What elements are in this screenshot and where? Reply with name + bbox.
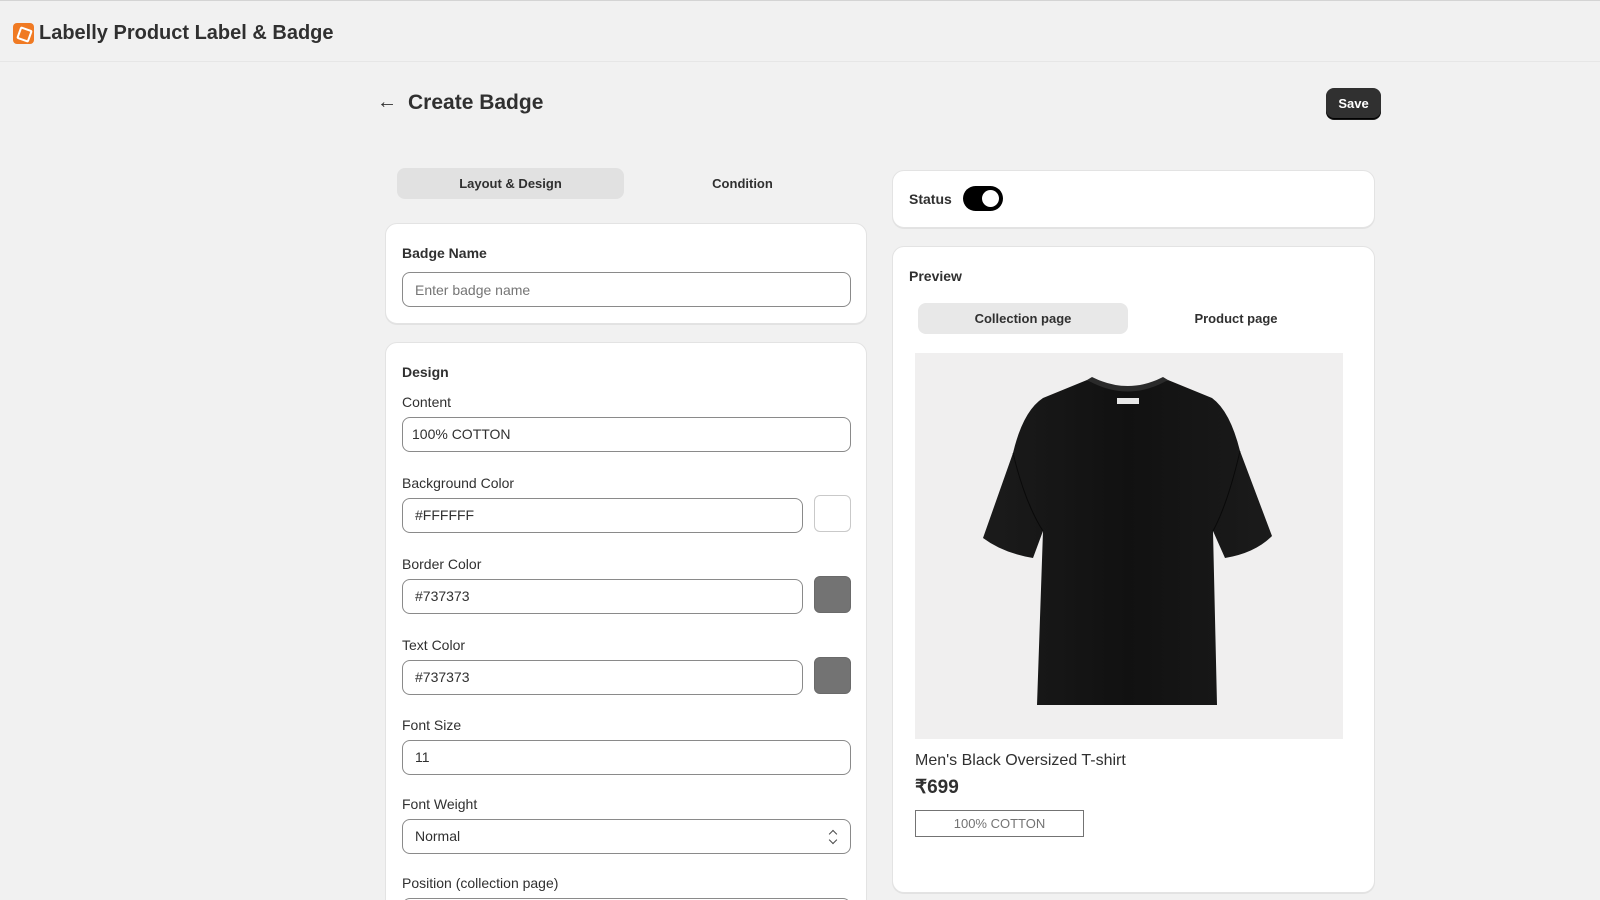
save-button[interactable]: Save	[1326, 88, 1381, 119]
tab-layout-design[interactable]: Layout & Design	[397, 168, 624, 199]
app-title: Labelly Product Label & Badge	[39, 22, 334, 44]
text-color-label: Text Color	[402, 637, 466, 653]
font-weight-label: Font Weight	[402, 796, 478, 812]
position-label: Position (collection page)	[402, 875, 559, 891]
content-label: Content	[402, 394, 452, 410]
status-label: Status	[909, 191, 952, 207]
font-weight-value: Normal	[415, 828, 461, 844]
border-color-input[interactable]: #737373	[402, 579, 803, 614]
tshirt-illustration	[983, 377, 1272, 705]
border-color-swatch[interactable]	[814, 576, 851, 613]
font-size-input[interactable]: 11	[402, 740, 851, 775]
black-tshirt-image	[915, 353, 1343, 739]
toggle-knob	[982, 190, 999, 207]
background-color-label: Background Color	[402, 475, 515, 491]
editor-tabs: Layout & Design Condition	[397, 168, 857, 199]
arrow-left-icon[interactable]: ←	[377, 91, 397, 114]
tab-product-page[interactable]: Product page	[1131, 303, 1341, 334]
background-color-swatch[interactable]	[814, 495, 851, 532]
labelly-logo-icon	[13, 23, 34, 44]
design-title: Design	[402, 364, 449, 380]
product-name: Men's Black Oversized T-shirt	[915, 752, 1126, 769]
preview-title: Preview	[909, 268, 962, 284]
page-header: ← Create Badge Save	[377, 88, 1381, 124]
chevron-up-down-icon	[828, 829, 838, 845]
product-price: ₹699	[915, 777, 959, 798]
font-size-label: Font Size	[402, 717, 462, 733]
page-title: Create Badge	[408, 91, 544, 114]
app-topbar: Labelly Product Label & Badge	[0, 0, 1600, 62]
badge-name-title: Badge Name	[402, 245, 487, 261]
tab-condition[interactable]: Condition	[629, 168, 856, 199]
border-color-label: Border Color	[402, 556, 482, 572]
badge-name-card: Badge Name	[385, 223, 867, 324]
text-color-swatch[interactable]	[814, 657, 851, 694]
font-weight-select[interactable]: Normal	[402, 819, 851, 854]
content-input[interactable]: 100% COTTON	[402, 417, 851, 452]
status-toggle[interactable]	[963, 186, 1003, 211]
design-card: Design Content 100% COTTON Background Co…	[385, 342, 867, 900]
tab-collection-page[interactable]: Collection page	[918, 303, 1128, 334]
badge-name-input[interactable]	[402, 272, 851, 307]
background-color-input[interactable]: #FFFFFF	[402, 498, 803, 533]
text-color-input[interactable]: #737373	[402, 660, 803, 695]
badge-preview: 100% COTTON	[915, 810, 1084, 837]
